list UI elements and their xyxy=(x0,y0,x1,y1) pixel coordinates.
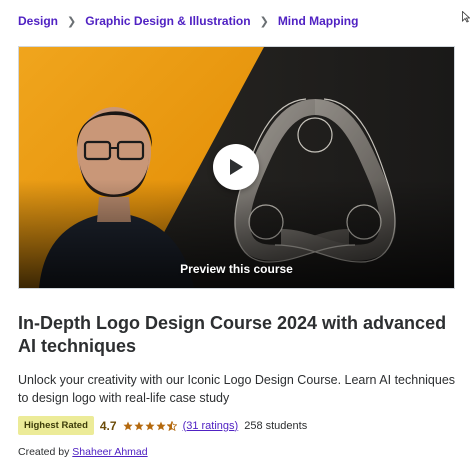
breadcrumb-item-mind-mapping[interactable]: Mind Mapping xyxy=(278,14,359,28)
created-by: Created by Shaheer Ahmad xyxy=(18,446,148,458)
status-badge: Highest Rated xyxy=(18,416,94,435)
preview-course-label[interactable]: Preview this course xyxy=(19,262,454,276)
course-subtitle: Unlock your creativity with our Iconic L… xyxy=(18,373,456,405)
course-title: In-Depth Logo Design Course 2024 with ad… xyxy=(18,313,447,356)
ratings-count-link[interactable]: (31 ratings) xyxy=(183,420,239,432)
breadcrumb-item-graphic-design[interactable]: Graphic Design & Illustration xyxy=(85,14,250,28)
rating-value: 4.7 xyxy=(99,418,117,433)
breadcrumb: Design ❯ Graphic Design & Illustration ❯… xyxy=(18,14,358,28)
play-icon xyxy=(230,159,243,175)
created-by-label: Created by xyxy=(18,446,70,458)
star-icon xyxy=(133,421,144,430)
star-icon xyxy=(144,421,155,430)
half-star-icon xyxy=(166,420,177,431)
students-count: 258 students xyxy=(244,419,308,432)
breadcrumb-item-design[interactable]: Design xyxy=(18,14,58,28)
star-rating xyxy=(122,420,177,431)
chevron-right-icon: ❯ xyxy=(67,15,77,28)
star-icon xyxy=(122,421,133,430)
mouse-cursor-icon xyxy=(462,11,470,23)
play-button[interactable] xyxy=(213,144,259,190)
instructor-link[interactable]: Shaheer Ahmad xyxy=(72,446,147,458)
course-stats: Highest Rated 4.7 (31 ratings) 258 stude… xyxy=(18,416,307,435)
chevron-right-icon: ❯ xyxy=(259,15,269,28)
star-icon xyxy=(155,421,166,430)
course-preview-video[interactable]: Preview this course xyxy=(18,46,455,289)
